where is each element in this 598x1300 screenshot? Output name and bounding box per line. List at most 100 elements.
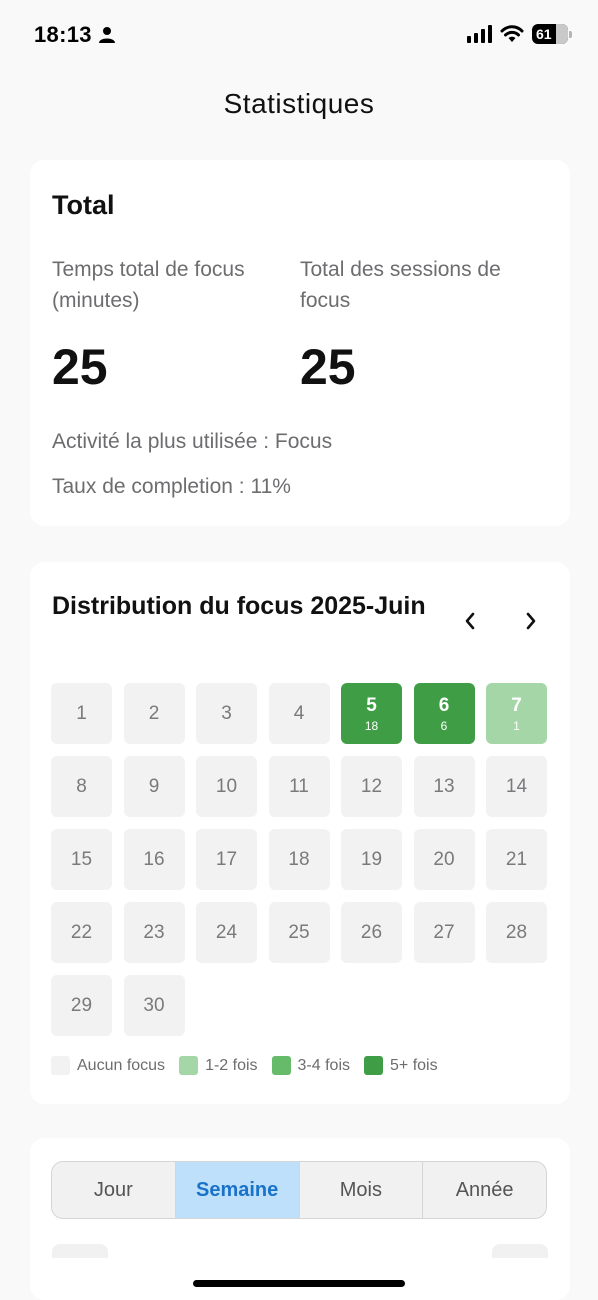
- day-number: 24: [215, 922, 238, 943]
- day-number: 3: [221, 703, 232, 724]
- calendar-day[interactable]: 18: [268, 829, 330, 890]
- calendar-day[interactable]: 11: [268, 756, 330, 817]
- completion-rate: Taux de completion : 11%: [52, 475, 291, 498]
- calendar-day[interactable]: 13: [413, 756, 475, 817]
- calendar-day[interactable]: 30: [123, 975, 185, 1036]
- legend-label: 5+ fois: [390, 1056, 438, 1074]
- cellular-signal-icon: [467, 25, 492, 43]
- legend-item: 3-4 fois: [271, 1056, 350, 1075]
- day-number: 5: [366, 694, 377, 716]
- legend-swatch: [179, 1056, 199, 1075]
- day-number: 18: [288, 849, 310, 870]
- calendar-day[interactable]: 29: [51, 975, 112, 1036]
- day-number: 1: [76, 703, 87, 724]
- person-icon: [99, 27, 115, 43]
- calendar-day[interactable]: 24: [196, 902, 257, 963]
- calendar-day[interactable]: 9: [123, 756, 185, 817]
- legend-label: Aucun focus: [77, 1056, 166, 1074]
- day-number: 27: [433, 922, 455, 943]
- content-peek: [52, 1244, 108, 1258]
- battery-icon: 61: [532, 24, 572, 44]
- day-number: 13: [433, 776, 455, 797]
- calendar-day[interactable]: 12: [341, 756, 402, 817]
- calendar-day[interactable]: 71: [486, 683, 547, 744]
- day-focus-count: 18: [364, 718, 379, 733]
- day-number: 2: [148, 703, 160, 724]
- calendar-day[interactable]: 23: [123, 902, 185, 963]
- legend-item: Aucun focus: [51, 1056, 165, 1075]
- sessions-label: Total des sessions de focus: [300, 258, 501, 312]
- calendar-day[interactable]: 15: [51, 829, 112, 890]
- calendar-day[interactable]: 66: [413, 683, 475, 744]
- day-number: 17: [215, 849, 238, 870]
- day-number: 12: [360, 776, 383, 797]
- legend-item: 1-2 fois: [179, 1056, 258, 1075]
- page-title: Statistiques: [223, 88, 375, 119]
- calendar-day[interactable]: 22: [51, 902, 112, 963]
- chevron-right-icon: [526, 612, 536, 630]
- legend-swatch: [271, 1056, 291, 1075]
- period-tab-month[interactable]: Mois: [300, 1162, 424, 1218]
- previous-month-button[interactable]: [455, 606, 485, 636]
- next-month-button[interactable]: [516, 606, 546, 636]
- calendar-day[interactable]: 17: [196, 829, 257, 890]
- period-card: Jour Semaine Mois Année: [30, 1138, 570, 1300]
- day-number: 29: [70, 995, 93, 1016]
- legend: Aucun focus 1-2 fois 3-4 fois 5+ fois: [51, 1056, 452, 1075]
- day-number: 15: [70, 849, 93, 870]
- calendar-day[interactable]: 20: [413, 829, 475, 890]
- calendar-day[interactable]: 25: [268, 902, 330, 963]
- day-number: 23: [143, 922, 165, 943]
- calendar-day[interactable]: 19: [341, 829, 402, 890]
- status-time: 18:13: [34, 22, 92, 47]
- status-bar: 18:13 61: [0, 0, 598, 72]
- day-number: 25: [288, 922, 310, 943]
- day-number: 10: [215, 776, 238, 797]
- focus-minutes-label: Temps total de focus (minutes): [52, 258, 245, 312]
- most-used-activity: Activité la plus utilisée : Focus: [52, 430, 333, 453]
- calendar-day[interactable]: 16: [123, 829, 185, 890]
- day-number: 21: [505, 849, 528, 870]
- calendar-day[interactable]: 28: [486, 902, 547, 963]
- sessions-value: 25: [300, 339, 356, 395]
- legend-label: 3-4 fois: [297, 1056, 350, 1074]
- day-number: 28: [505, 922, 528, 943]
- period-tab-day[interactable]: Jour: [52, 1162, 176, 1218]
- focus-minutes-value: 25: [52, 339, 108, 395]
- calendar-day[interactable]: 26: [341, 902, 402, 963]
- wifi-icon: [500, 25, 524, 42]
- calendar-day[interactable]: 27: [413, 902, 475, 963]
- calendar-day[interactable]: 3: [196, 683, 257, 744]
- legend-swatch: [51, 1056, 70, 1075]
- legend-item: 5+ fois: [364, 1056, 438, 1075]
- day-number: 4: [293, 703, 305, 724]
- calendar-day[interactable]: 5 18: [341, 683, 402, 744]
- status-right: 61: [467, 24, 572, 44]
- day-number: 7: [511, 694, 522, 716]
- day-number: 6: [438, 694, 450, 716]
- day-number: 11: [289, 776, 309, 797]
- calendar-day[interactable]: 14: [486, 756, 547, 817]
- total-title: Total: [52, 190, 115, 220]
- day-number: 19: [360, 849, 383, 870]
- calendar-day[interactable]: 21: [486, 829, 547, 890]
- content-peek: [492, 1244, 548, 1258]
- calendar-day[interactable]: 2: [123, 683, 185, 744]
- calendar-day[interactable]: 8: [51, 756, 112, 817]
- calendar-day[interactable]: 4: [268, 683, 330, 744]
- day-focus-count: 1: [513, 718, 520, 733]
- day-number: 16: [143, 849, 165, 870]
- day-number: 14: [505, 776, 528, 797]
- day-number: 9: [148, 776, 160, 797]
- battery-percent: 61: [536, 26, 552, 42]
- calendar-day[interactable]: 1: [51, 683, 112, 744]
- day-number: 20: [433, 849, 455, 870]
- period-tab-year[interactable]: Année: [423, 1162, 546, 1218]
- day-focus-count: 6: [440, 718, 448, 733]
- period-segmented-control: Jour Semaine Mois Année: [51, 1161, 547, 1219]
- day-number: 22: [70, 922, 93, 943]
- calendar-day[interactable]: 10: [196, 756, 257, 817]
- calendar-grid: 1 2 3 4 5 18 6 6 7 1 8 9 10 11 12 13 14 15 16 17 18 19 20 21 22 2…: [51, 683, 547, 1036]
- period-tab-week[interactable]: Semaine: [175, 1162, 300, 1218]
- chevron-left-icon: [465, 612, 475, 630]
